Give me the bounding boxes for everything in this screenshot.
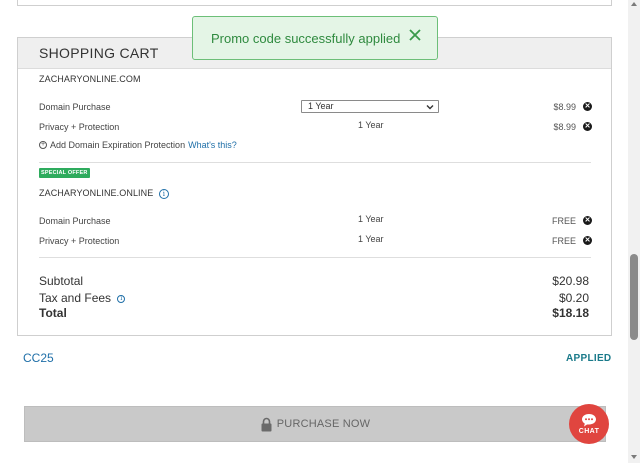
item-price: FREE (551, 236, 576, 246)
checkout-page: SHOPPING CART ZACHARYONLINE.COM Domain P… (0, 0, 640, 463)
chat-bubble-icon (582, 414, 596, 427)
promo-status: APPLIED (566, 353, 612, 364)
remove-item-icon[interactable]: ✕ (583, 216, 592, 225)
domain-name-row: ZACHARYONLINE.ONLINE i (39, 188, 169, 199)
item-term: 1 Year (358, 120, 384, 130)
info-icon[interactable]: i (117, 294, 126, 303)
tax-label: Tax and Fees (39, 291, 112, 305)
scrollbar[interactable] (628, 0, 640, 463)
domain-name: ZACHARYONLINE.ONLINE (39, 188, 154, 198)
close-icon[interactable] (408, 28, 422, 42)
whats-this-link[interactable]: What's this? (188, 140, 237, 150)
total-label: Total (39, 306, 67, 320)
item-label: Domain Purchase (39, 216, 111, 226)
chat-label: CHAT (578, 428, 600, 435)
item-price: FREE (551, 216, 576, 226)
item-price: $8.99 (553, 122, 576, 132)
item-price: $8.99 (553, 102, 576, 112)
purchase-now-button[interactable]: PURCHASE NOW (24, 406, 606, 442)
remove-item-icon[interactable]: ✕ (583, 236, 592, 245)
divider (39, 257, 591, 258)
add-protection-text[interactable]: Add Domain Expiration Protection (50, 140, 185, 150)
scrollbar-thumb[interactable] (630, 254, 638, 340)
tax-label-row: Tax and Fees i (39, 291, 126, 305)
item-label: Privacy + Protection (39, 122, 120, 132)
scroll-up-arrow-icon[interactable] (631, 2, 637, 6)
domain-name: ZACHARYONLINE.COM (39, 74, 141, 84)
remove-item-icon[interactable]: ✕ (583, 102, 592, 111)
item-term: 1 Year (358, 214, 384, 224)
scroll-down-arrow-icon[interactable] (631, 455, 637, 459)
term-select-value: 1 Year (308, 101, 334, 111)
shopping-cart-panel: SHOPPING CART ZACHARYONLINE.COM Domain P… (17, 37, 612, 336)
cart-title: SHOPPING CART (39, 45, 159, 61)
info-icon[interactable]: i (158, 188, 169, 199)
purchase-now-label: PURCHASE NOW (276, 418, 371, 430)
term-select[interactable]: 1 Year (301, 100, 439, 113)
promo-code: CC25 (23, 351, 54, 365)
previous-section-box (17, 0, 612, 6)
subtotal-label: Subtotal (39, 274, 84, 288)
chevron-down-icon (426, 105, 434, 110)
item-label: Privacy + Protection (39, 236, 120, 246)
chat-button[interactable]: CHAT (569, 404, 609, 444)
total-value: $18.18 (552, 306, 589, 320)
item-term: 1 Year (358, 234, 384, 244)
remove-item-icon[interactable]: ✕ (583, 122, 592, 131)
toast-message: Promo code successfully applied (211, 30, 401, 46)
success-toast: Promo code successfully applied (192, 16, 438, 60)
plus-circle-icon: + (39, 141, 47, 149)
add-expiration-protection[interactable]: + Add Domain Expiration Protection What'… (39, 140, 237, 150)
lock-icon (261, 417, 272, 431)
divider (39, 162, 591, 163)
tax-value: $0.20 (558, 291, 589, 305)
subtotal-value: $20.98 (552, 274, 589, 288)
item-label: Domain Purchase (39, 102, 111, 112)
special-offer-badge: SPECIAL OFFER (39, 168, 90, 178)
